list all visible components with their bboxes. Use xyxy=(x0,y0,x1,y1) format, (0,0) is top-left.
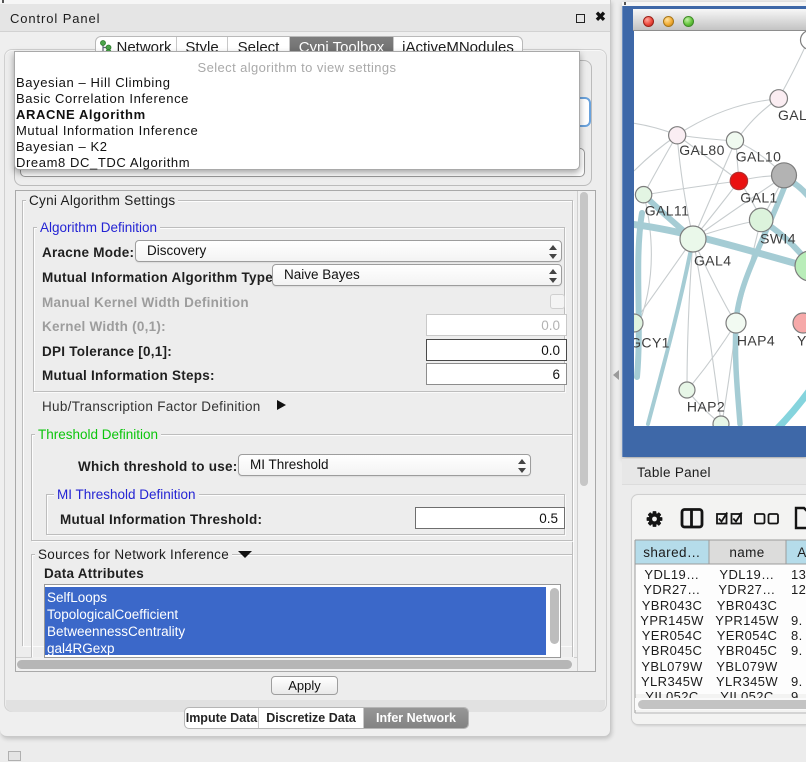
svg-text:YBR045C: YBR045C xyxy=(717,643,778,658)
svg-text:12: 12 xyxy=(791,582,806,597)
svg-text:name: name xyxy=(729,545,764,560)
svg-text:YER054C: YER054C xyxy=(717,628,778,643)
svg-text:SWI4: SWI4 xyxy=(760,231,796,247)
svg-text:YPR145W: YPR145W xyxy=(715,613,779,628)
svg-text:YBL079W: YBL079W xyxy=(716,659,778,674)
svg-text:GAL80: GAL80 xyxy=(679,142,725,158)
svg-text:YDR27…: YDR27… xyxy=(643,582,700,597)
svg-text:GAL11: GAL11 xyxy=(645,203,690,219)
svg-text:A: A xyxy=(797,545,806,560)
svg-text:YDL19…: YDL19… xyxy=(719,567,774,582)
svg-text:9.: 9. xyxy=(791,674,803,689)
svg-text:HAP4: HAP4 xyxy=(737,333,775,349)
svg-text:YPR145W: YPR145W xyxy=(640,613,704,628)
svg-text:YBR043C: YBR043C xyxy=(717,598,778,613)
svg-text:YLR345W: YLR345W xyxy=(716,674,778,689)
svg-text:YLR345W: YLR345W xyxy=(641,674,703,689)
svg-text:GAL4: GAL4 xyxy=(694,253,731,269)
svg-text:shared…: shared… xyxy=(643,545,701,560)
svg-text:13: 13 xyxy=(791,567,806,582)
svg-text:GCY1: GCY1 xyxy=(634,335,670,351)
svg-text:GAL10: GAL10 xyxy=(736,149,782,165)
svg-text:YBR045C: YBR045C xyxy=(642,643,703,658)
svg-text:9.: 9. xyxy=(791,613,803,628)
svg-text:HAP2: HAP2 xyxy=(687,399,725,415)
svg-text:YDL19…: YDL19… xyxy=(644,567,699,582)
svg-text:YER054C: YER054C xyxy=(642,628,703,643)
svg-text:GAL7: GAL7 xyxy=(778,107,806,123)
svg-text:YBR043C: YBR043C xyxy=(642,598,703,613)
svg-text:8.: 8. xyxy=(791,628,803,643)
svg-text:YDR27…: YDR27… xyxy=(718,582,775,597)
svg-text:9.: 9. xyxy=(791,643,803,658)
svg-text:YBL079W: YBL079W xyxy=(641,659,703,674)
svg-text:GAL1: GAL1 xyxy=(740,190,777,206)
svg-text:YKL: YKL xyxy=(797,333,806,349)
